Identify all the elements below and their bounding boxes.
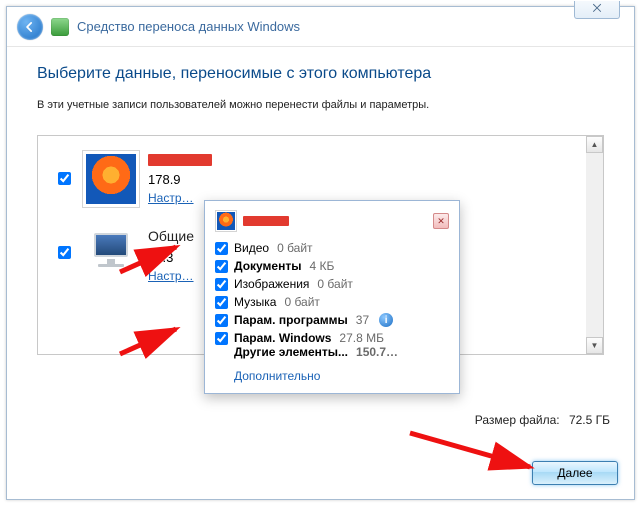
info-icon[interactable]: i	[379, 313, 393, 327]
other-value: 150.7…	[356, 345, 398, 359]
arrow-left-icon	[23, 20, 37, 34]
popup-avatar	[215, 210, 237, 232]
category-label: Видео	[234, 241, 269, 255]
flower-icon	[217, 212, 235, 230]
close-icon: ✕	[437, 216, 445, 227]
computer-icon	[87, 233, 135, 273]
category-list: Видео 0 байт Документы 4 КБИзображения 0 бай…	[215, 241, 449, 345]
category-value: 4 КБ	[309, 259, 334, 273]
category-checkbox[interactable]	[215, 260, 228, 273]
app-icon	[51, 18, 69, 36]
category-row: Изображения 0 байт	[215, 277, 449, 291]
category-checkbox[interactable]	[215, 332, 228, 345]
category-value: 37	[356, 313, 369, 327]
category-value: 0 байт	[277, 241, 312, 255]
category-row: Музыка 0 байт	[215, 295, 449, 309]
file-size-value: 72.5 ГБ	[569, 413, 610, 427]
header: Средство переноса данных Windows	[7, 7, 634, 47]
category-label: Документы	[234, 259, 301, 273]
flower-icon	[86, 154, 136, 204]
app-title: Средство переноса данных Windows	[77, 19, 300, 34]
category-label: Изображения	[234, 277, 309, 291]
customize-link[interactable]: Настр…	[148, 191, 212, 205]
category-checkbox[interactable]	[215, 278, 228, 291]
file-size-label: Размер файла:	[475, 413, 560, 427]
wizard-window: ⨉ Средство переноса данных Windows Выбер…	[6, 6, 635, 500]
next-button[interactable]: Далее	[532, 461, 618, 485]
scroll-down-button[interactable]: ▼	[586, 337, 603, 354]
category-label: Парам. программы	[234, 313, 348, 327]
account-checkbox[interactable]	[58, 246, 71, 259]
popup-header: ✕	[215, 209, 449, 233]
category-label: Музыка	[234, 295, 276, 309]
customize-popup: ✕ Видео 0 байт Документы 4 КБИзображения 0 б…	[204, 200, 460, 394]
category-value: 27.8 МБ	[339, 331, 384, 345]
account-checkbox[interactable]	[58, 172, 71, 185]
close-icon: ⨉	[593, 3, 602, 16]
category-checkbox[interactable]	[215, 296, 228, 309]
avatar	[82, 150, 140, 208]
customize-link[interactable]: Настр…	[148, 269, 194, 283]
category-value: 0 байт	[284, 295, 319, 309]
popup-name-redacted	[243, 216, 289, 226]
category-row: Документы 4 КБ	[215, 259, 449, 273]
other-elements-row[interactable]: Другие элементы... 150.7…	[215, 345, 449, 359]
account-size: 72.3	[148, 250, 194, 265]
other-label: Другие элементы...	[234, 345, 348, 359]
category-checkbox[interactable]	[215, 314, 228, 327]
category-row: Видео 0 байт	[215, 241, 449, 255]
category-row: Парам. Windows 27.8 МБ	[215, 331, 449, 345]
category-value: 0 байт	[317, 277, 352, 291]
account-name-redacted	[148, 154, 212, 166]
category-row: Парам. программы 37 i	[215, 313, 449, 327]
avatar	[82, 224, 140, 282]
category-checkbox[interactable]	[215, 242, 228, 255]
account-name: Общие	[148, 228, 194, 244]
back-button[interactable]	[17, 14, 43, 40]
account-size: 178.9	[148, 172, 212, 187]
advanced-link[interactable]: Дополнительно	[215, 369, 449, 383]
page-title: Выберите данные, переносимые с этого ком…	[37, 65, 604, 83]
file-size-row: Размер файла: 72.5 ГБ	[475, 413, 610, 427]
footer: Размер файла: 72.5 ГБ Далее	[7, 403, 634, 499]
page-subtitle: В эти учетные записи пользователей можно…	[37, 99, 604, 111]
category-label: Парам. Windows	[234, 331, 331, 345]
window-close-button[interactable]: ⨉	[574, 1, 620, 19]
popup-close-button[interactable]: ✕	[433, 213, 449, 229]
